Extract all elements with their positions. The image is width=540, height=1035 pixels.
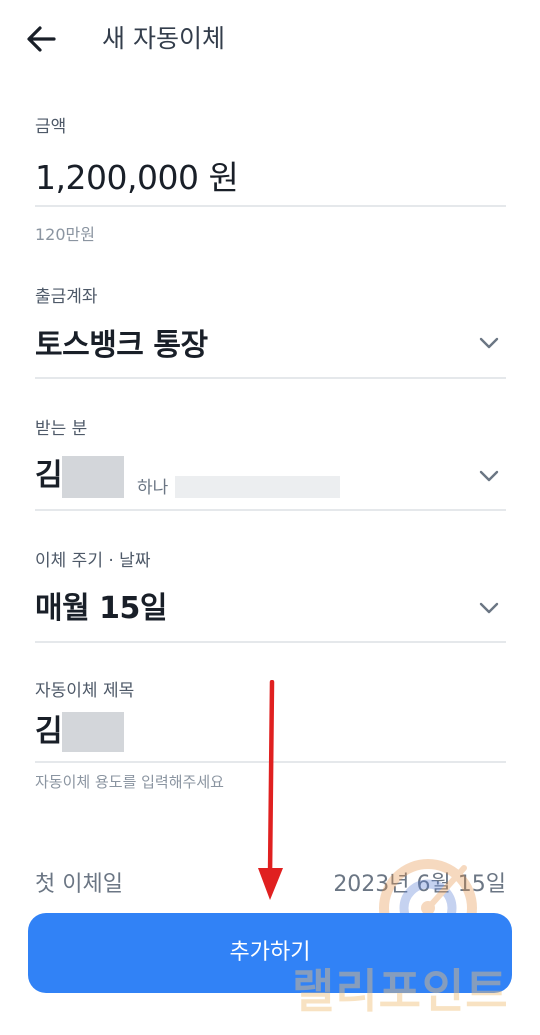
recipient-label: 받는 분 [35, 419, 88, 439]
memo-helper-text: 자동이체 용도를 입력해주세요 [35, 773, 224, 791]
schedule-underline [35, 641, 506, 643]
recipient-underline [35, 509, 506, 511]
amount-helper-text: 120만원 [35, 225, 95, 244]
top-app-bar: 새 자동이체 [0, 0, 540, 80]
schedule-select[interactable]: 매월 15일 [35, 589, 168, 629]
amount-underline [35, 205, 506, 207]
account-label: 출금계좌 [35, 287, 98, 307]
memo-redaction [62, 712, 124, 752]
first-transfer-date: 2023년 6월 15일 [333, 872, 506, 897]
arrow-left-icon [27, 26, 56, 52]
memo-underline [35, 761, 506, 763]
recipient-chevron-down-icon[interactable] [476, 463, 502, 489]
amount-label: 금액 [35, 117, 67, 137]
back-button[interactable] [22, 20, 62, 60]
add-button[interactable]: 추가하기 [28, 913, 512, 993]
account-underline [35, 377, 506, 379]
recipient-name-redaction [62, 456, 124, 498]
recipient-name[interactable]: 김 [35, 456, 63, 496]
recipient-account-redaction [175, 476, 340, 498]
schedule-chevron-down-icon[interactable] [476, 595, 502, 621]
memo-label: 자동이체 제목 [35, 681, 135, 701]
page-title: 새 자동이체 [102, 24, 225, 53]
amount-input[interactable]: 1,200,000 원 [35, 158, 239, 198]
account-select[interactable]: 토스뱅크 통장 [35, 326, 208, 366]
memo-input[interactable]: 김 [35, 712, 63, 752]
red-arrow-annotation-icon [258, 680, 283, 900]
schedule-label: 이체 주기 · 날짜 [35, 551, 151, 571]
first-transfer-label: 첫 이체일 [35, 872, 123, 897]
recipient-bank: 하나 [137, 478, 169, 498]
account-chevron-down-icon[interactable] [476, 330, 502, 356]
